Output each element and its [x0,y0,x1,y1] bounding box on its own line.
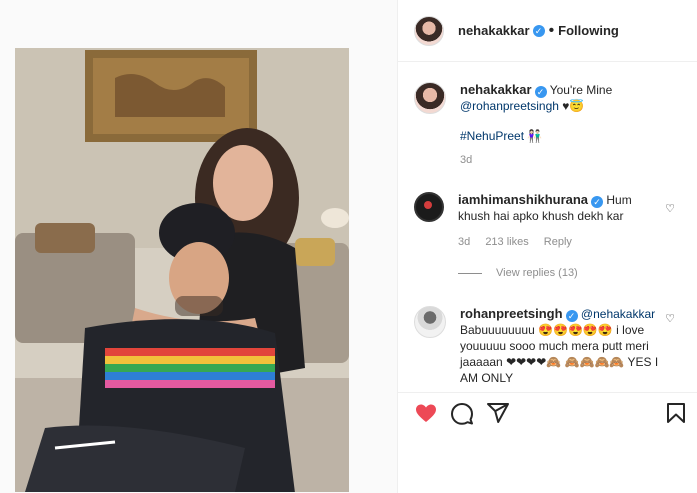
comment-emojis-b: ❤❤❤❤🙈 [506,355,562,369]
commenter-avatar[interactable] [414,306,446,338]
view-replies-label[interactable]: View replies (13) [496,267,578,279]
save-bookmark-icon[interactable] [664,401,688,425]
post-side-panel: nehakakkar ✓ • Following nehakakkar ✓ You… [398,0,697,493]
verified-badge-icon: ✓ [534,86,547,98]
comment-body: iamhimanshikhurana ✓ Hum khush hai apko k… [458,192,658,250]
author-username[interactable]: nehakakkar [458,23,530,38]
caption-hashtag[interactable]: #NehuPreet [460,129,524,143]
separator-dot: • [548,21,555,39]
verified-badge-icon: ✓ [591,196,604,208]
comment-likes[interactable]: 213 likes [485,236,528,248]
caption-username[interactable]: nehakakkar [460,82,532,97]
caption-body: nehakakkar ✓ You're Mine @rohanpreetsingh… [460,82,660,168]
like-heart-icon[interactable] [414,401,438,425]
comment-emojis-a: 😍😍😍😍😍 [538,323,613,337]
caption-mention[interactable]: @rohanpreetsingh [460,99,559,113]
comment-item: iamhimanshikhurana ✓ Hum khush hai apko k… [414,192,658,250]
comment-body: rohanpreetsingh ✓ @nehakakkar Babuuuuuuuu… [460,306,660,386]
comment-like-heart-icon[interactable]: ♡ [665,202,675,215]
instagram-post-view: nehakakkar ✓ • Following nehakakkar ✓ You… [0,0,697,493]
post-photo[interactable] [15,48,349,492]
caption-emojis: ♥😇 [562,99,585,113]
post-header: nehakakkar ✓ • Following [398,0,697,62]
comment-emojis-c: 🙈🙈🙈🙈 [564,355,625,369]
comment-mention[interactable]: @nehakakkar [581,307,655,321]
caption-age[interactable]: 3d [460,154,472,166]
share-paper-plane-icon[interactable] [486,401,510,425]
view-replies-line [458,272,482,274]
view-replies[interactable]: View replies (13) [458,267,578,279]
verified-badge-icon: ✓ [532,24,545,37]
caption-avatar[interactable] [414,82,446,114]
commenter-avatar[interactable] [414,192,444,222]
media-pane [0,0,398,493]
comment-username[interactable]: iamhimanshikhurana [458,192,588,207]
photo-illustration [15,48,349,492]
comment-icon[interactable] [450,401,474,425]
comment-username[interactable]: rohanpreetsingh [460,306,563,321]
action-bar [398,392,697,433]
reply-button[interactable]: Reply [544,236,572,248]
caption-text: You're Mine [549,83,613,97]
author-avatar[interactable] [414,15,444,46]
following-button[interactable]: Following [558,23,619,38]
hashtag-emojis: 👫🏻 [527,129,543,143]
comment-text-a: Babuuuuuuuu [460,323,535,337]
comments-list: nehakakkar ✓ You're Mine @rohanpreetsingh… [398,62,697,392]
comment-like-heart-icon[interactable]: ♡ [665,312,675,325]
caption: nehakakkar ✓ You're Mine @rohanpreetsingh… [414,82,660,168]
verified-badge-icon: ✓ [565,310,578,322]
comment-age[interactable]: 3d [458,236,470,248]
comment-item: rohanpreetsingh ✓ @nehakakkar Babuuuuuuuu… [414,306,660,386]
